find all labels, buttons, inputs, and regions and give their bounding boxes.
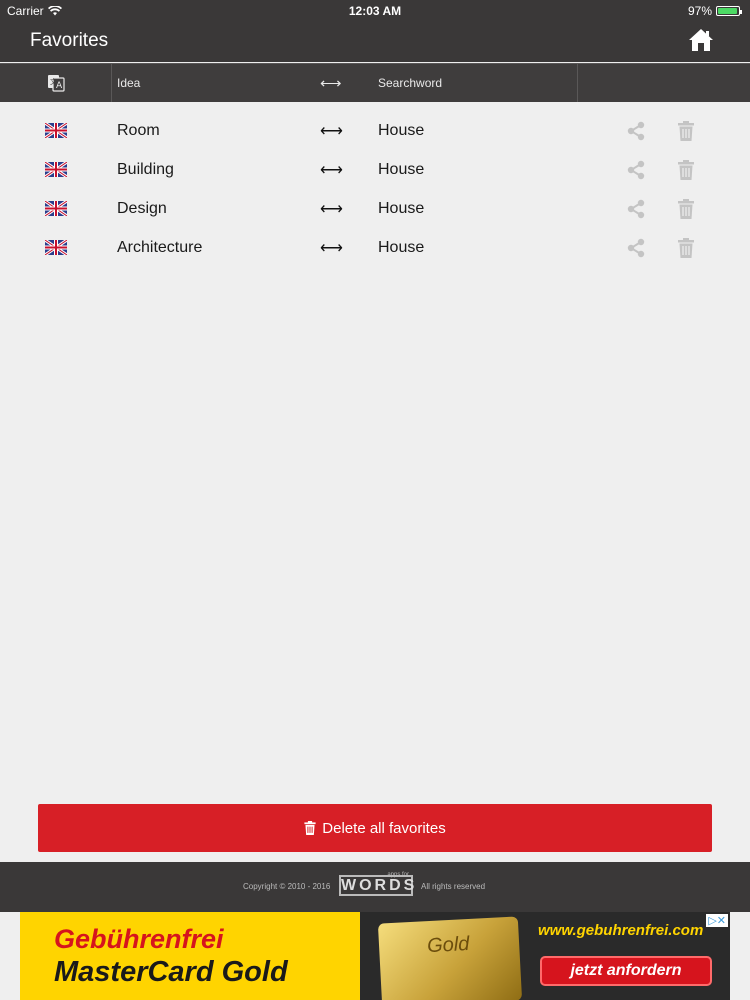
footer: Copyright © 2010 - 2016 apps.for WORDS Al… xyxy=(0,862,750,912)
share-icon[interactable] xyxy=(626,121,646,141)
idea-column-header[interactable]: Idea xyxy=(117,64,140,102)
trash-icon[interactable] xyxy=(678,238,694,258)
logo-tagline: apps.for xyxy=(387,872,409,878)
share-icon[interactable] xyxy=(626,160,646,180)
navigation-bar: Favorites xyxy=(0,22,750,62)
card-label: Gold xyxy=(426,932,470,958)
list-item[interactable]: Architecture ⟷ House xyxy=(0,229,750,268)
swap-arrow-icon: ⟷ xyxy=(320,162,343,179)
swap-arrow-icon: ⟷ xyxy=(320,240,343,257)
swap-arrow-icon: ⟷ xyxy=(320,75,342,92)
svg-text:A: A xyxy=(56,81,63,91)
swap-arrow-icon: ⟷ xyxy=(320,201,343,218)
ad-url[interactable]: www.gebuhrenfrei.com xyxy=(538,922,703,939)
uk-flag-icon xyxy=(45,123,67,138)
trash-icon xyxy=(304,821,316,835)
language-column-header[interactable]: A文 xyxy=(0,64,111,102)
clock: 12:03 AM xyxy=(348,4,402,18)
trash-icon[interactable] xyxy=(678,199,694,219)
translate-icon: A文 xyxy=(47,75,65,92)
idea-word: Building xyxy=(117,161,174,178)
home-icon[interactable] xyxy=(688,28,714,52)
uk-flag-icon xyxy=(45,240,67,255)
list-item[interactable]: Room ⟷ House xyxy=(0,112,750,151)
search-word: House xyxy=(378,161,425,178)
ad-card-panel: Gold www.gebuhrenfrei.com jetzt anforder… xyxy=(360,912,730,1000)
svg-text:文: 文 xyxy=(50,77,57,86)
search-word: House xyxy=(378,122,425,139)
trash-icon[interactable] xyxy=(678,160,694,180)
favorites-list: Room ⟷ House Building ⟷ House Design ⟷ H… xyxy=(0,112,750,268)
swap-arrow-icon: ⟷ xyxy=(320,123,343,140)
list-item[interactable]: Design ⟷ House xyxy=(0,190,750,229)
words-logo[interactable]: apps.for WORDS xyxy=(339,872,414,896)
battery-percent: 97% xyxy=(687,4,712,18)
battery-indicator: 97% xyxy=(687,4,742,18)
idea-word: Room xyxy=(117,122,160,139)
search-word: House xyxy=(378,200,425,217)
share-icon[interactable] xyxy=(626,238,646,258)
share-icon[interactable] xyxy=(626,199,646,219)
delete-all-favorites-button[interactable]: Delete all favorites xyxy=(38,804,712,852)
battery-fill xyxy=(718,8,738,14)
page-title: Favorites xyxy=(30,30,109,51)
rights-text: All rights reserved xyxy=(421,882,486,891)
ad-subheadline: MasterCard Gold xyxy=(54,956,288,988)
uk-flag-icon xyxy=(45,201,67,216)
copyright-text: Copyright © 2010 - 2016 xyxy=(243,882,331,891)
ad-banner[interactable]: Gebührenfrei MasterCard Gold Gold www.ge… xyxy=(20,912,730,1000)
list-item[interactable]: Building ⟷ House xyxy=(0,151,750,190)
search-word: House xyxy=(378,239,425,256)
trash-icon[interactable] xyxy=(678,121,694,141)
delete-all-label: Delete all favorites xyxy=(322,819,446,837)
status-bar: Carrier 12:03 AM 97% xyxy=(0,0,750,22)
column-header: A文 Idea ⟷ Searchword xyxy=(0,63,750,102)
battery-icon xyxy=(716,6,742,16)
credit-card-image: Gold xyxy=(377,916,523,1000)
column-divider xyxy=(111,64,112,102)
ad-choices-icon[interactable]: ▷✕ xyxy=(706,914,728,927)
ad-cta-button[interactable]: jetzt anfordern xyxy=(540,956,712,986)
column-divider xyxy=(577,64,578,102)
idea-word: Architecture xyxy=(117,239,203,256)
ad-headline: Gebührenfrei xyxy=(54,924,224,954)
idea-word: Design xyxy=(117,200,167,217)
uk-flag-icon xyxy=(45,162,67,177)
searchword-column-header[interactable]: Searchword xyxy=(378,64,442,102)
